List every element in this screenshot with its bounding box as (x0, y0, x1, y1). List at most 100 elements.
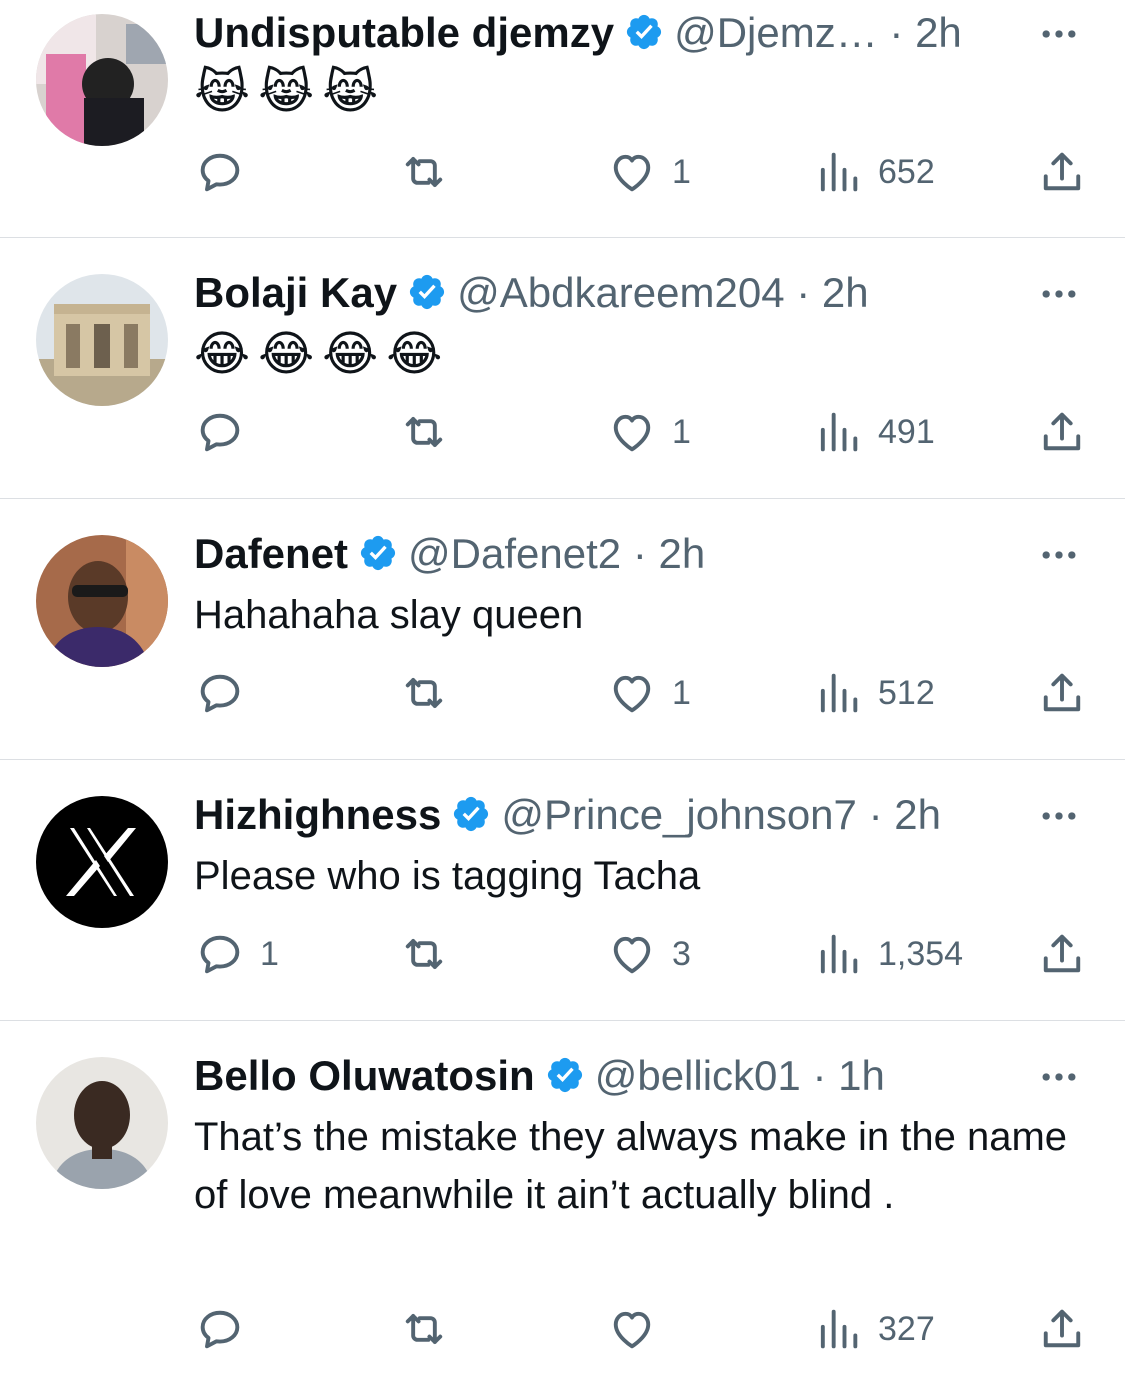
like-button[interactable]: 1 (606, 142, 691, 202)
action-bar: 1 3 1,354 (0, 924, 1125, 984)
tweet[interactable]: Undisputable djemzy @Djemz… · 2h 😹😹😹 1 65… (0, 0, 1125, 238)
user-handle[interactable]: @bellick01 (595, 1052, 801, 1099)
retweet-button[interactable] (398, 402, 450, 462)
action-bar: 1 491 (0, 402, 1125, 462)
user-handle[interactable]: @Djemz… (674, 9, 878, 56)
reply-button[interactable] (194, 663, 260, 723)
view-count: 512 (878, 673, 935, 712)
timestamp[interactable]: 2h (894, 791, 941, 838)
like-button[interactable]: 1 (606, 402, 691, 462)
display-name[interactable]: Bello Oluwatosin (194, 1052, 535, 1099)
avatar[interactable] (36, 274, 168, 406)
tweet[interactable]: Dafenet @Dafenet2 · 2h Hahahaha slay quee… (0, 499, 1125, 760)
verified-badge-icon (454, 796, 489, 832)
retweet-button[interactable] (398, 142, 450, 202)
display-name[interactable]: Hizhighness (194, 791, 441, 838)
timestamp[interactable]: 1h (838, 1052, 885, 1099)
share-button[interactable] (1036, 142, 1088, 202)
like-button[interactable] (606, 1299, 672, 1359)
tweet-text: 😂😂😂😂 (194, 326, 451, 382)
views-button[interactable]: 512 (812, 663, 935, 723)
views-button[interactable]: 327 (812, 1299, 935, 1359)
share-icon (1043, 412, 1081, 451)
like-button[interactable]: 1 (606, 663, 691, 723)
action-bar: 1 512 (0, 663, 1125, 723)
more-icon[interactable] (1037, 1055, 1081, 1099)
views-icon (820, 934, 858, 974)
reply-icon (200, 153, 240, 192)
avatar[interactable] (36, 14, 168, 146)
verified-badge-icon (547, 1057, 582, 1093)
retweet-icon (405, 939, 443, 969)
views-button[interactable]: 1,354 (812, 924, 963, 984)
avatar[interactable] (36, 535, 168, 667)
display-name[interactable]: Bolaji Kay (194, 269, 397, 316)
verified-badge-icon (626, 14, 662, 50)
tweet-text: Please who is tagging Tacha (194, 854, 701, 898)
avatar[interactable] (36, 796, 168, 928)
reply-icon (200, 1310, 240, 1349)
like-icon (613, 675, 651, 713)
display-name[interactable]: Undisputable djemzy (194, 9, 614, 56)
separator-dot: · (796, 269, 811, 316)
separator-dot: · (868, 791, 883, 838)
tweet-header: Bolaji Kay @Abdkareem204 · 2h (194, 268, 1035, 318)
tweet-header: Hizhighness @Prince_johnson7 · 2h (194, 790, 1035, 840)
retweet-icon (405, 417, 443, 447)
more-icon[interactable] (1037, 533, 1081, 577)
views-button[interactable]: 652 (812, 142, 935, 202)
retweet-icon (405, 678, 443, 708)
tweet-header: Bello Oluwatosin @bellick01 · 1h (194, 1051, 1035, 1101)
view-count: 652 (878, 152, 935, 191)
verified-badge-icon (360, 535, 396, 571)
view-count: 491 (878, 412, 935, 451)
views-icon (820, 1309, 858, 1349)
retweet-button[interactable] (398, 924, 450, 984)
like-icon (613, 154, 651, 192)
reply-button[interactable]: 1 (194, 924, 279, 984)
share-icon (1043, 1309, 1081, 1348)
views-icon (820, 412, 858, 452)
share-button[interactable] (1036, 924, 1088, 984)
user-handle[interactable]: @Dafenet2 (408, 530, 621, 577)
like-count: 1 (672, 673, 691, 712)
tweet[interactable]: Hizhighness @Prince_johnson7 · 2h Please … (0, 760, 1125, 1021)
display-name[interactable]: Dafenet (194, 530, 348, 577)
share-button[interactable] (1036, 402, 1088, 462)
reply-button[interactable] (194, 142, 260, 202)
more-icon[interactable] (1037, 272, 1081, 316)
tweet[interactable]: Bolaji Kay @Abdkareem204 · 2h 😂😂😂😂 1 491 (0, 238, 1125, 499)
views-button[interactable]: 491 (812, 402, 935, 462)
views-icon (820, 673, 858, 713)
retweet-button[interactable] (398, 1299, 450, 1359)
more-icon[interactable] (1037, 794, 1081, 838)
share-icon (1043, 673, 1081, 712)
separator-dot: · (632, 530, 647, 577)
timestamp[interactable]: 2h (915, 9, 962, 56)
tweet-text: 😹😹😹 (194, 64, 387, 120)
like-button[interactable]: 3 (606, 924, 691, 984)
timestamp[interactable]: 2h (822, 269, 869, 316)
tweet-header: Undisputable djemzy @Djemz… · 2h (194, 8, 1035, 58)
more-icon[interactable] (1037, 12, 1081, 56)
views-icon (820, 152, 858, 192)
tweet-header: Dafenet @Dafenet2 · 2h (194, 529, 1035, 579)
retweet-button[interactable] (398, 663, 450, 723)
like-icon (613, 414, 651, 452)
user-handle[interactable]: @Prince_johnson7 (501, 791, 857, 838)
reply-button[interactable] (194, 402, 260, 462)
like-count: 3 (672, 934, 691, 973)
share-button[interactable] (1036, 663, 1088, 723)
avatar[interactable] (36, 1057, 168, 1189)
separator-dot: · (812, 1052, 827, 1099)
share-button[interactable] (1036, 1299, 1088, 1359)
share-icon (1043, 934, 1081, 973)
reply-button[interactable] (194, 1299, 260, 1359)
retweet-icon (405, 1314, 443, 1344)
timestamp[interactable]: 2h (659, 530, 706, 577)
reply-icon (200, 413, 240, 452)
tweet[interactable]: Bello Oluwatosin @bellick01 · 1h That’s t… (0, 1021, 1125, 1388)
x-logo-icon (36, 796, 168, 928)
view-count: 327 (878, 1309, 935, 1348)
user-handle[interactable]: @Abdkareem204 (457, 269, 785, 316)
